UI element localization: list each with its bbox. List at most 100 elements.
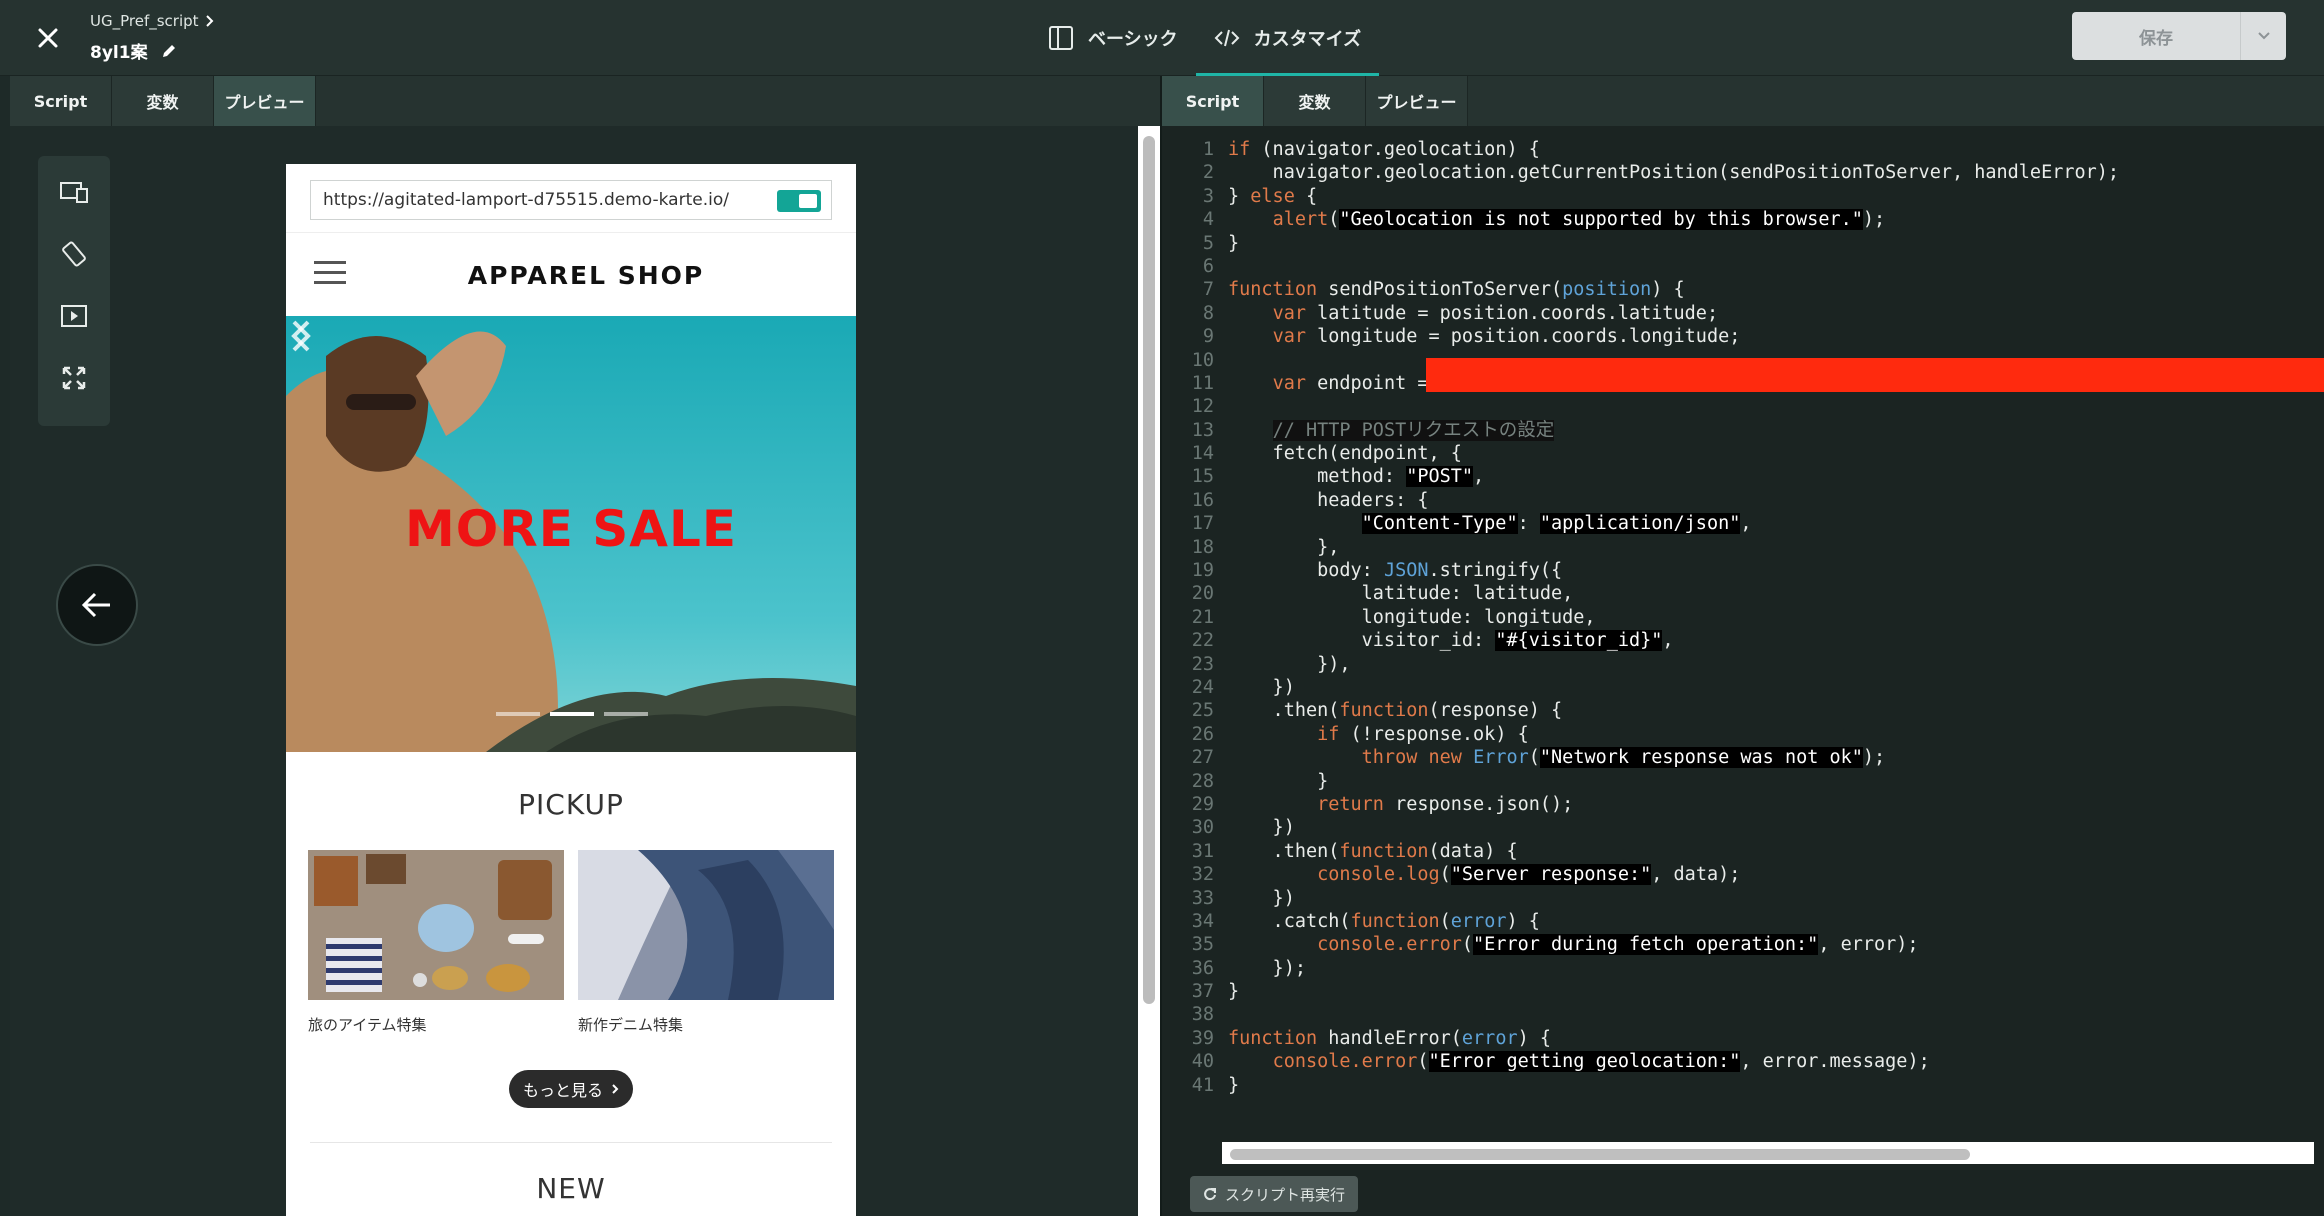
line-source: var latitude = position.coords.latitude;	[1272, 302, 1719, 324]
pencil-icon[interactable]	[160, 42, 178, 60]
line-number: 13	[1191, 419, 1214, 441]
line-number: 18	[1191, 536, 1214, 558]
code-editor[interactable]: 1 if (navigator.geolocation) {2 navigator…	[1162, 126, 2324, 1216]
left-tab-script[interactable]: Script	[10, 76, 112, 126]
fullscreen-tool[interactable]	[56, 360, 92, 396]
line-source: visitor_id: "#{visitor_id}",	[1228, 630, 1674, 652]
line-number: 7	[1202, 279, 1214, 301]
line-number: 1	[1202, 139, 1214, 160]
tab-basic[interactable]: ベーシック	[1030, 0, 1196, 76]
line-number: 17	[1191, 513, 1214, 535]
layout-icon	[1049, 26, 1073, 50]
line-source: var longitude = position.coords.longitud…	[1272, 326, 1741, 348]
line-source: } else {	[1228, 185, 1318, 207]
variant-name: 8yl1案	[90, 43, 148, 63]
line-source: }),	[1228, 653, 1351, 675]
line-source: console.log("Server response:", data);	[1317, 864, 1741, 886]
carousel-dot[interactable]	[496, 712, 540, 716]
chevron-right-icon	[612, 1084, 619, 1094]
tab-basic-label: ベーシック	[1088, 29, 1178, 50]
new-title: NEW	[536, 1172, 606, 1205]
line-source: body: JSON.stringify({	[1228, 560, 1563, 582]
line-source: longitude: longitude,	[1228, 606, 1596, 628]
line-source: console.error("Error getting geolocation…	[1272, 1051, 1930, 1073]
rerun-script-button[interactable]: スクリプト再実行	[1190, 1176, 1358, 1212]
save-dropdown-button[interactable]	[2240, 12, 2286, 60]
line-number: 19	[1191, 560, 1214, 582]
devices-tool[interactable]	[56, 174, 92, 210]
preview-scrollbar-thumb[interactable]	[1143, 136, 1155, 1004]
left-tab-preview[interactable]: プレビュー	[214, 76, 316, 126]
line-source: }	[1228, 981, 1240, 1003]
line-number: 35	[1191, 934, 1214, 956]
hero-next-arrow[interactable]	[286, 316, 316, 356]
more-button-label: もっと見る	[522, 1081, 603, 1100]
play-icon	[61, 305, 87, 327]
fullscreen-icon	[62, 366, 86, 390]
script-name: UG_Pref_script	[90, 12, 199, 30]
line-source: latitude: latitude,	[1228, 583, 1574, 605]
carousel-dot[interactable]	[550, 712, 594, 716]
line-source: navigator.geolocation.getCurrentPosition…	[1228, 162, 2120, 184]
mobile-preview: https://agitated-lamport-d75515.demo-kar…	[286, 164, 856, 1216]
line-source: headers: {	[1228, 489, 1429, 511]
right-tab-variables[interactable]: 変数	[1264, 76, 1366, 126]
line-number: 6	[1202, 255, 1214, 277]
more-button[interactable]: もっと見る	[509, 1070, 633, 1108]
right-tab-preview[interactable]: プレビュー	[1366, 76, 1468, 126]
rotate-tool[interactable]	[56, 236, 92, 272]
play-tool[interactable]	[56, 298, 92, 334]
line-source: function handleError(error) {	[1228, 1027, 1552, 1049]
pickup-title: PICKUP	[518, 788, 624, 821]
hero-banner[interactable]: MORE SALE	[286, 316, 856, 752]
line-number: 23	[1191, 653, 1214, 675]
line-source: }	[1228, 232, 1240, 254]
line-source: }	[1228, 1074, 1240, 1096]
line-number: 20	[1191, 583, 1214, 605]
preview-toggle[interactable]	[777, 190, 821, 212]
line-number: 3	[1202, 185, 1214, 207]
left-tab-variables[interactable]: 変数	[112, 76, 214, 126]
code-icon	[1214, 29, 1240, 47]
line-number: 9	[1202, 326, 1214, 348]
editor-hscrollbar-thumb[interactable]	[1230, 1149, 1970, 1160]
url-text: https://agitated-lamport-d75515.demo-kar…	[323, 190, 729, 210]
line-number: 25	[1191, 700, 1214, 722]
line-number: 26	[1191, 723, 1214, 745]
url-bar[interactable]: https://agitated-lamport-d75515.demo-kar…	[310, 180, 832, 220]
line-number: 11	[1191, 372, 1214, 394]
line-source: });	[1228, 957, 1306, 979]
line-source: .then(function(response) {	[1228, 700, 1563, 722]
pickup-item[interactable]: 新作デニム特集	[578, 850, 834, 1035]
script-name-link[interactable]: UG_Pref_script	[90, 12, 215, 30]
line-number: 28	[1191, 770, 1214, 792]
top-header: UG_Pref_script 8yl1案 ベーシック カスタマイズ 保存	[0, 0, 2324, 76]
chevron-right-icon	[205, 15, 213, 27]
rotate-icon	[62, 241, 86, 267]
shop-title: APPAREL SHOP	[467, 261, 705, 290]
line-number: 34	[1191, 910, 1214, 932]
line-number: 32	[1191, 864, 1214, 886]
close-button[interactable]	[28, 18, 68, 58]
line-source: fetch(endpoint, {	[1228, 443, 1462, 465]
line-number: 29	[1191, 793, 1214, 815]
line-number: 30	[1191, 817, 1214, 839]
right-tab-script[interactable]: Script	[1162, 76, 1264, 126]
back-button[interactable]	[56, 564, 138, 646]
line-number: 39	[1191, 1027, 1214, 1049]
pickup-item[interactable]: 旅のアイテム特集	[308, 850, 564, 1035]
shop-header: APPAREL SHOP	[286, 232, 856, 316]
carousel-dot[interactable]	[604, 712, 648, 716]
pickup-image	[308, 850, 564, 1000]
line-source: .then(function(data) {	[1228, 840, 1518, 862]
line-number: 2	[1202, 162, 1214, 184]
line-source: .catch(function(error) {	[1228, 910, 1540, 932]
line-source: })	[1228, 887, 1295, 909]
line-number: 27	[1191, 747, 1214, 769]
line-source: })	[1228, 817, 1295, 839]
save-button[interactable]: 保存	[2072, 12, 2240, 60]
refresh-icon	[1204, 1188, 1216, 1201]
tab-customize[interactable]: カスタマイズ	[1195, 0, 1380, 76]
right-pane-tabs: Script 変数 プレビュー	[1162, 76, 2324, 126]
rerun-script-label: スクリプト再実行	[1224, 1185, 1345, 1204]
